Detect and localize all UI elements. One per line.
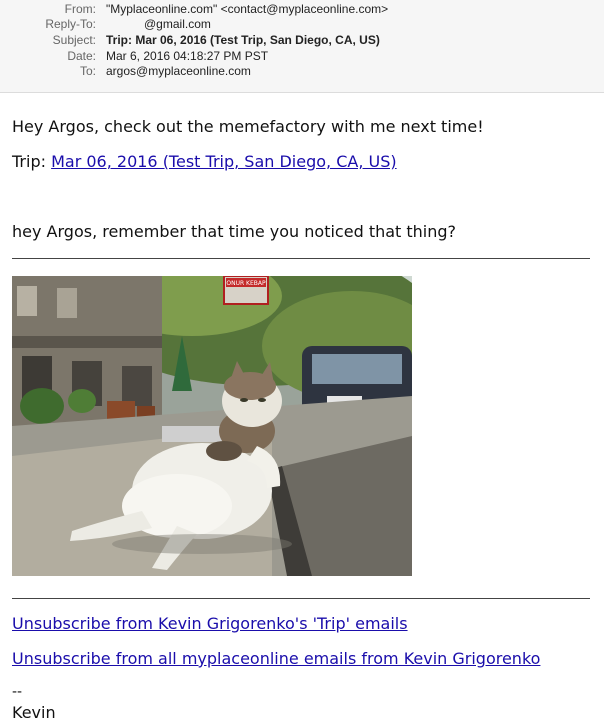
signature-dashes: -- (12, 684, 23, 700)
divider-bottom (12, 598, 590, 599)
to-value[interactable]: argos@myplaceonline.com (106, 63, 251, 79)
date-row: Date: Mar 6, 2016 04:18:27 PM PST (0, 48, 604, 64)
trip-line: Trip: Mar 06, 2016 (Test Trip, San Diego… (12, 152, 397, 172)
unsubscribe-all-link[interactable]: Unsubscribe from all myplaceonline email… (12, 649, 540, 668)
reply-to-label: Reply-To: (45, 17, 96, 31)
unsubscribe-trip-line: Unsubscribe from Kevin Grigorenko's 'Tri… (12, 614, 408, 634)
subject-label: Subject: (52, 33, 96, 47)
reply-to-value[interactable]: @gmail.com (106, 16, 211, 32)
divider-top (12, 258, 590, 259)
date-value: Mar 6, 2016 04:18:27 PM PST (106, 49, 269, 63)
date-label: Date: (67, 49, 96, 63)
note-text: hey Argos, remember that time you notice… (12, 222, 457, 241)
trip-prefix: Trip: (12, 152, 52, 171)
unsubscribe-all-line: Unsubscribe from all myplaceonline email… (12, 649, 540, 669)
subject-row: Subject: Trip: Mar 06, 2016 (Test Trip, … (0, 32, 604, 48)
cat-photo: ONUR KEBAP (12, 276, 412, 576)
greeting-text: Hey Argos, check out the memefactory wit… (12, 117, 484, 136)
signature-name: Kevin (12, 703, 56, 722)
reply-to-row: Reply-To: @gmail.com (0, 16, 604, 32)
reply-to-address: @gmail.com (144, 17, 211, 31)
trip-link[interactable]: Mar 06, 2016 (Test Trip, San Diego, CA, … (51, 152, 397, 171)
email-header: From: "Myplaceonline.com" <contact@mypla… (0, 0, 604, 93)
subject-value: Trip: Mar 06, 2016 (Test Trip, San Diego… (106, 33, 380, 47)
from-row: From: "Myplaceonline.com" <contact@mypla… (0, 1, 604, 17)
shop-sign-text: ONUR KEBAP (226, 280, 266, 287)
from-label: From: (64, 2, 96, 16)
to-row: To: argos@myplaceonline.com (0, 63, 604, 79)
unsubscribe-trip-link[interactable]: Unsubscribe from Kevin Grigorenko's 'Tri… (12, 614, 408, 633)
from-value[interactable]: "Myplaceonline.com" <contact@myplaceonli… (106, 1, 388, 17)
to-label: To: (79, 64, 96, 78)
